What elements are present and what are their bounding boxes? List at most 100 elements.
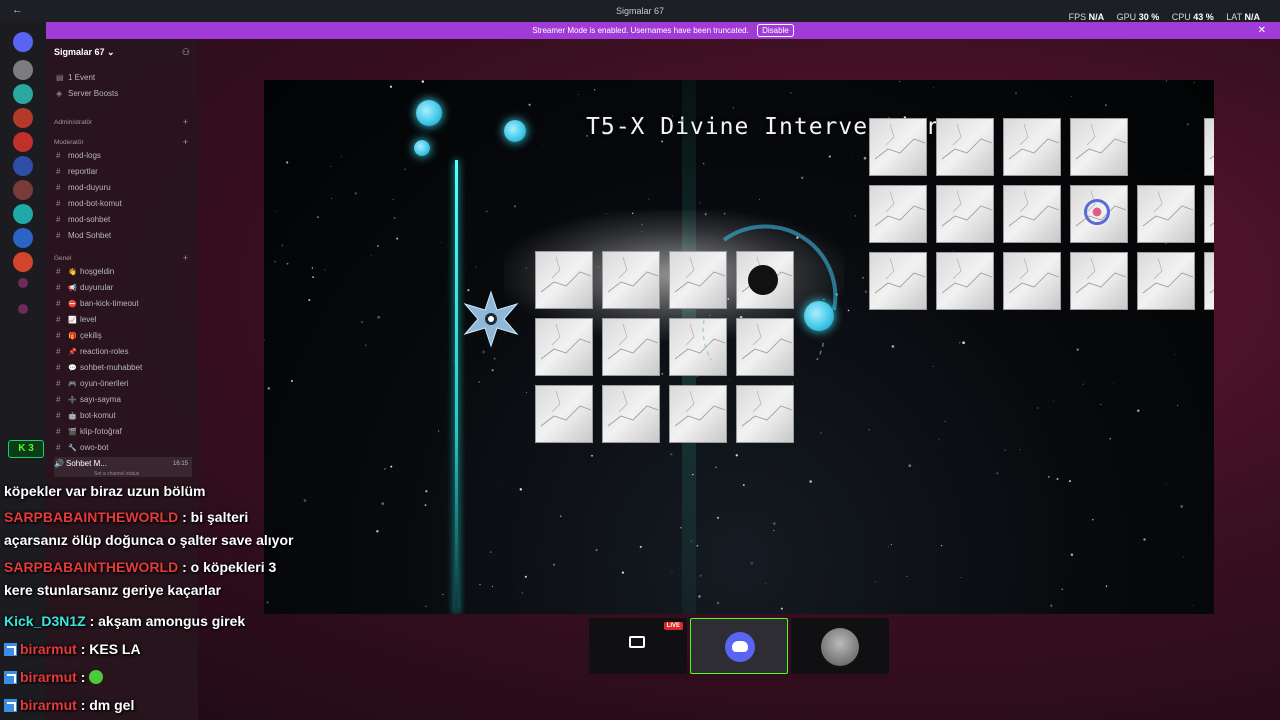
server-icon[interactable]: [13, 252, 33, 272]
star: [716, 601, 720, 605]
performance-overlay: FPS N/A GPU 30 % CPU 43 % LAT N/A: [1069, 12, 1270, 22]
sidebar-channel[interactable]: # reportlar: [56, 165, 98, 179]
channel-emoji: 📢: [68, 285, 77, 292]
avatar: [821, 628, 859, 666]
chat-text: :: [80, 669, 86, 685]
channel-label: ban-kick-timeout: [80, 299, 139, 308]
add-channel-icon[interactable]: +: [183, 253, 188, 263]
server-icon[interactable]: [18, 278, 28, 288]
category-mod[interactable]: Moderatör: [54, 139, 84, 146]
sidebar-channel[interactable]: # 📌 reaction-roles: [56, 345, 128, 359]
voice-channel-active[interactable]: 🔊 Sohbet M... 16:15 Set a channel status: [54, 457, 192, 477]
server-icon[interactable]: [13, 60, 33, 80]
kick-badge-icon: [4, 671, 17, 684]
game-view[interactable]: T5-X Divine Intervention: [264, 80, 1214, 614]
channel-emoji: 👋: [68, 269, 77, 276]
star: [290, 379, 293, 383]
star: [308, 299, 311, 302]
chat-username[interactable]: SARPBABAINTHEWORLD: [4, 509, 178, 525]
star: [390, 465, 393, 468]
server-icon[interactable]: [18, 304, 28, 314]
voice-channel-status[interactable]: Set a channel status: [94, 467, 139, 481]
server-icon[interactable]: [13, 156, 33, 176]
star: [847, 309, 850, 312]
add-channel-icon[interactable]: +: [183, 137, 188, 147]
sidebar-channel[interactable]: # 📢 duyurular: [56, 281, 113, 295]
star: [594, 89, 596, 91]
floor-tile: [936, 185, 994, 243]
category-admin[interactable]: Administratör: [54, 119, 92, 126]
discord-logo-icon: [725, 632, 755, 662]
sidebar-channel[interactable]: # ➕ sayı-sayma: [56, 393, 121, 407]
sidebar-channel[interactable]: # 🤖 bot-komut: [56, 409, 116, 423]
sidebar-channel[interactable]: # mod-bot-komut: [56, 197, 122, 211]
screen-share-tile[interactable]: LIVE: [589, 618, 687, 674]
star: [854, 215, 857, 217]
star: [1019, 449, 1021, 451]
user-avatar-tile[interactable]: [791, 618, 889, 674]
star: [899, 80, 901, 83]
server-icon[interactable]: [13, 180, 33, 200]
star: [286, 161, 289, 164]
channel-label: çekiliş: [80, 331, 102, 340]
sidebar-channel[interactable]: # 🎬 klip-fotoğraf: [56, 425, 122, 439]
star: [404, 168, 406, 170]
chat-username[interactable]: Kick_D3N1Z: [4, 613, 86, 629]
chat-username[interactable]: birarmut: [20, 669, 77, 685]
viewer-count: 3: [28, 443, 34, 454]
star: [874, 581, 876, 582]
laser-beam: [455, 160, 458, 614]
category-general[interactable]: Genel: [54, 255, 71, 262]
star: [377, 315, 381, 319]
server-icon[interactable]: [13, 84, 33, 104]
star: [621, 571, 625, 574]
star: [908, 464, 912, 468]
sidebar-channel[interactable]: # mod-duyuru: [56, 181, 111, 195]
star: [647, 198, 650, 200]
cpu-value: 43 %: [1193, 12, 1214, 22]
discord-home-icon[interactable]: [13, 32, 33, 52]
channel-label: reportlar: [68, 167, 98, 176]
kick-badge-icon: [4, 699, 17, 712]
star: [820, 432, 822, 434]
discord-tile[interactable]: [690, 618, 788, 674]
sidebar-channel[interactable]: # Mod Sohbet: [56, 229, 111, 243]
chat-text: : KES LA: [80, 641, 141, 657]
star: [750, 561, 754, 565]
channel-label: oyun-önerileri: [80, 379, 129, 388]
hash-icon: #: [56, 299, 61, 308]
sidebar-channel[interactable]: # 🎁 çekiliş: [56, 329, 102, 343]
star: [1176, 404, 1179, 406]
chat-username[interactable]: birarmut: [20, 641, 77, 657]
floor-tile: [602, 318, 660, 376]
star: [1191, 604, 1193, 606]
server-icon[interactable]: [13, 108, 33, 128]
sidebar-channel[interactable]: # 👋 hoşgeldin: [56, 265, 114, 279]
sidebar-channel[interactable]: # 🎮 oyun-önerileri: [56, 377, 128, 391]
add-member-icon[interactable]: ⚇: [182, 47, 190, 58]
channel-emoji: 💬: [68, 365, 77, 372]
sidebar-channel[interactable]: # mod-sohbet: [56, 213, 110, 227]
server-icon[interactable]: [13, 204, 33, 224]
sidebar-channel[interactable]: # 📈 level: [56, 313, 96, 327]
star: [312, 276, 314, 278]
server-icon[interactable]: [13, 132, 33, 152]
star: [517, 590, 518, 592]
chat-username[interactable]: birarmut: [20, 697, 77, 713]
close-icon[interactable]: ✕: [1258, 22, 1266, 39]
sidebar-channel[interactable]: # mod-logs: [56, 149, 101, 163]
chat-username[interactable]: SARPBABAINTHEWORLD: [4, 559, 178, 575]
server-name[interactable]: Sigmalar 67 ⌄: [54, 47, 115, 58]
add-channel-icon[interactable]: +: [183, 117, 188, 127]
sidebar-item-boosts[interactable]: ◈ Server Boosts: [56, 87, 118, 101]
sidebar-channel[interactable]: # 🔧 owo-bot: [56, 441, 108, 455]
comet-orb: [504, 120, 526, 142]
star: [1175, 354, 1176, 356]
star: [479, 583, 481, 586]
sidebar-channel[interactable]: # 💬 sohbet-muhabbet: [56, 361, 142, 375]
server-icon[interactable]: [13, 228, 33, 248]
sidebar-item-events[interactable]: ▤ 1 Event: [56, 71, 95, 85]
disable-streamer-mode-button[interactable]: Disable: [757, 24, 794, 37]
sidebar-channel[interactable]: # ⛔ ban-kick-timeout: [56, 297, 139, 311]
star: [932, 365, 934, 367]
